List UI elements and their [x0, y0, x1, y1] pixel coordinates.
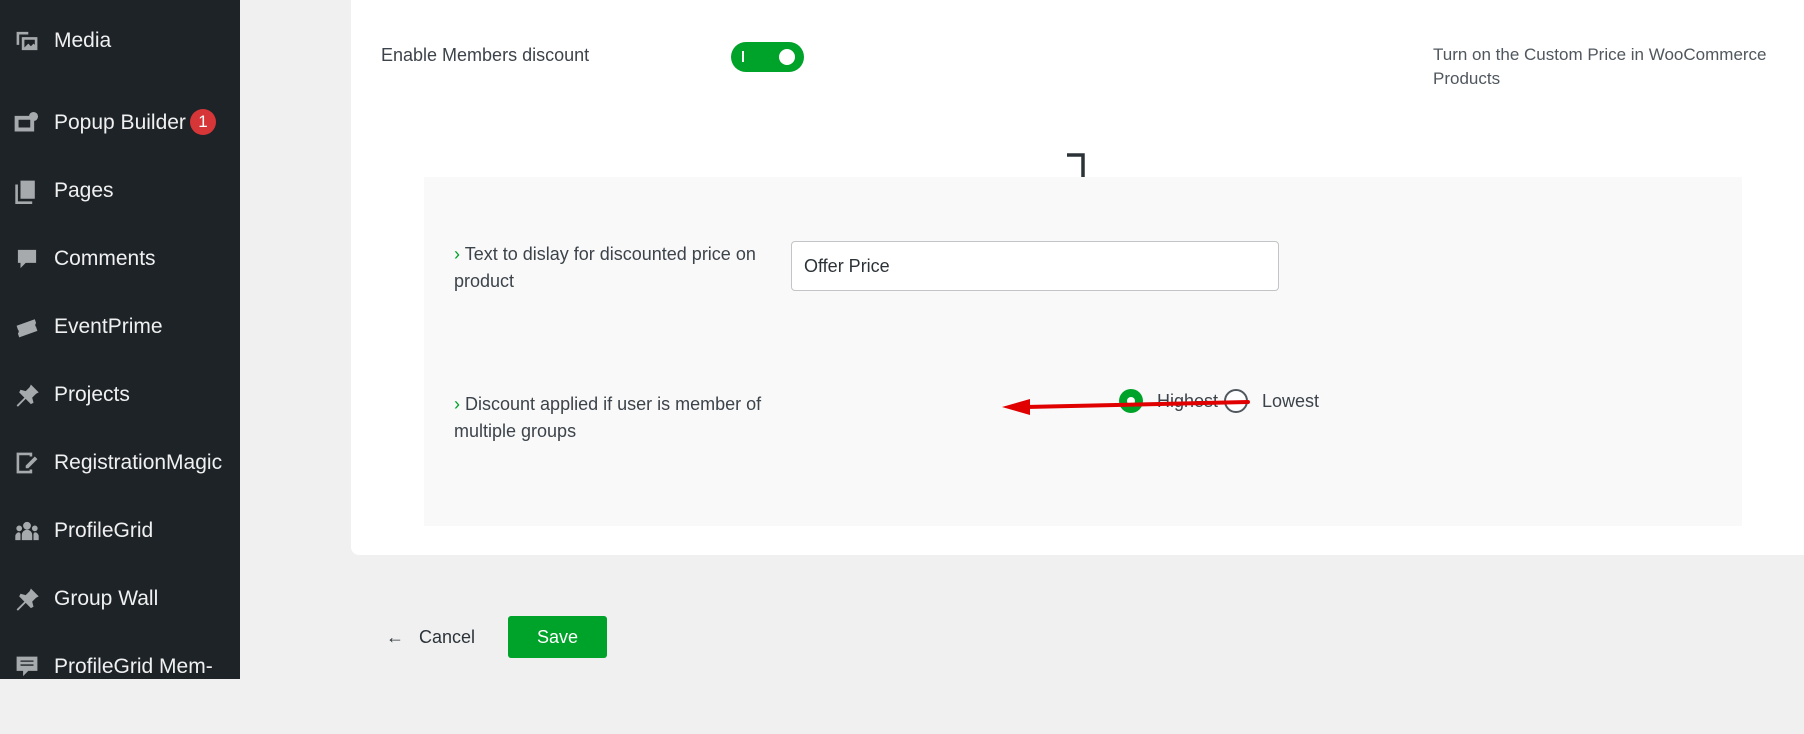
pin-icon — [12, 585, 42, 612]
sidebar-item-projects[interactable]: Projects — [0, 381, 240, 408]
multi-group-label: › Discount applied if user is member of … — [454, 391, 799, 445]
sidebar-item-media[interactable]: Media — [0, 27, 240, 54]
lowest-radio-label[interactable]: Lowest — [1262, 391, 1319, 412]
toggle-on-mark — [742, 51, 744, 62]
sidebar-item-registrationmagic[interactable]: RegistrationMagic — [0, 449, 240, 476]
notification-badge: 1 — [189, 109, 216, 135]
settings-card: Enable Members discount Turn on the Cust… — [351, 0, 1804, 555]
sidebar-item-eventprime[interactable]: EventPrime — [0, 313, 240, 340]
cancel-label: Cancel — [419, 627, 476, 647]
pin-icon — [12, 381, 42, 408]
comments-icon — [12, 245, 42, 272]
form-icon — [12, 449, 42, 476]
sidebar-item-profilegrid-reviews[interactable]: ProfileGrid Mem-ber Profile Reviews — [0, 653, 240, 734]
chevron-right-icon: › — [454, 394, 460, 414]
sidebar-item-label: Group Wall — [54, 587, 159, 610]
reviews-icon — [12, 653, 42, 680]
sidebar-item-profilegrid[interactable]: ProfileGrid — [0, 517, 240, 544]
display-text-label-text: Text to dislay for discounted price on p… — [454, 244, 756, 291]
sidebar-item-label: Popup Builder — [54, 111, 186, 134]
tickets-icon — [12, 313, 42, 340]
save-button[interactable]: Save — [508, 616, 607, 658]
groups-icon — [12, 517, 42, 544]
discount-options-panel: › Text to dislay for discounted price on… — [424, 177, 1742, 526]
help-text: Turn on the Custom Price in WooCommerce … — [1433, 45, 1767, 88]
toggle-knob — [779, 49, 795, 65]
sidebar-item-label: EventPrime — [54, 315, 163, 338]
media-icon — [12, 27, 42, 54]
chevron-right-icon: › — [454, 244, 460, 264]
sidebar-item-pages[interactable]: Pages — [0, 177, 240, 204]
multi-group-label-text: Discount applied if user is member of mu… — [454, 394, 762, 441]
back-arrow-icon: ← — [386, 627, 404, 647]
sidebar-item-label: Media — [54, 29, 112, 52]
sidebar-item-comments[interactable]: Comments — [0, 245, 240, 272]
enable-discount-toggle[interactable] — [731, 42, 804, 72]
sidebar-item-label: Pages — [54, 179, 114, 202]
pages-icon — [12, 177, 42, 204]
display-text-label: › Text to dislay for discounted price on… — [454, 241, 789, 295]
discount-text-input[interactable] — [791, 241, 1279, 291]
sidebar-item-popup-builder[interactable]: Popup Builder 1 — [0, 109, 240, 136]
sidebar-item-label: ProfileGrid — [54, 519, 154, 542]
sidebar-item-label: RegistrationMagic — [54, 451, 223, 474]
sidebar-item-label: Projects — [54, 383, 130, 406]
popup-icon — [12, 109, 42, 136]
sidebar-item-label: Comments — [54, 247, 156, 270]
sidebar-item-label: ProfileGrid Mem-ber Profile Reviews — [54, 655, 213, 732]
cancel-button[interactable]: ← Cancel — [386, 627, 475, 648]
sidebar-item-group-wall[interactable]: Group Wall — [0, 585, 240, 612]
enable-discount-label: Enable Members discount — [381, 45, 590, 65]
annotation-arrow — [1002, 399, 1250, 415]
admin-sidebar: Media Popup Builder 1 Pages Comments Even… — [0, 0, 240, 732]
